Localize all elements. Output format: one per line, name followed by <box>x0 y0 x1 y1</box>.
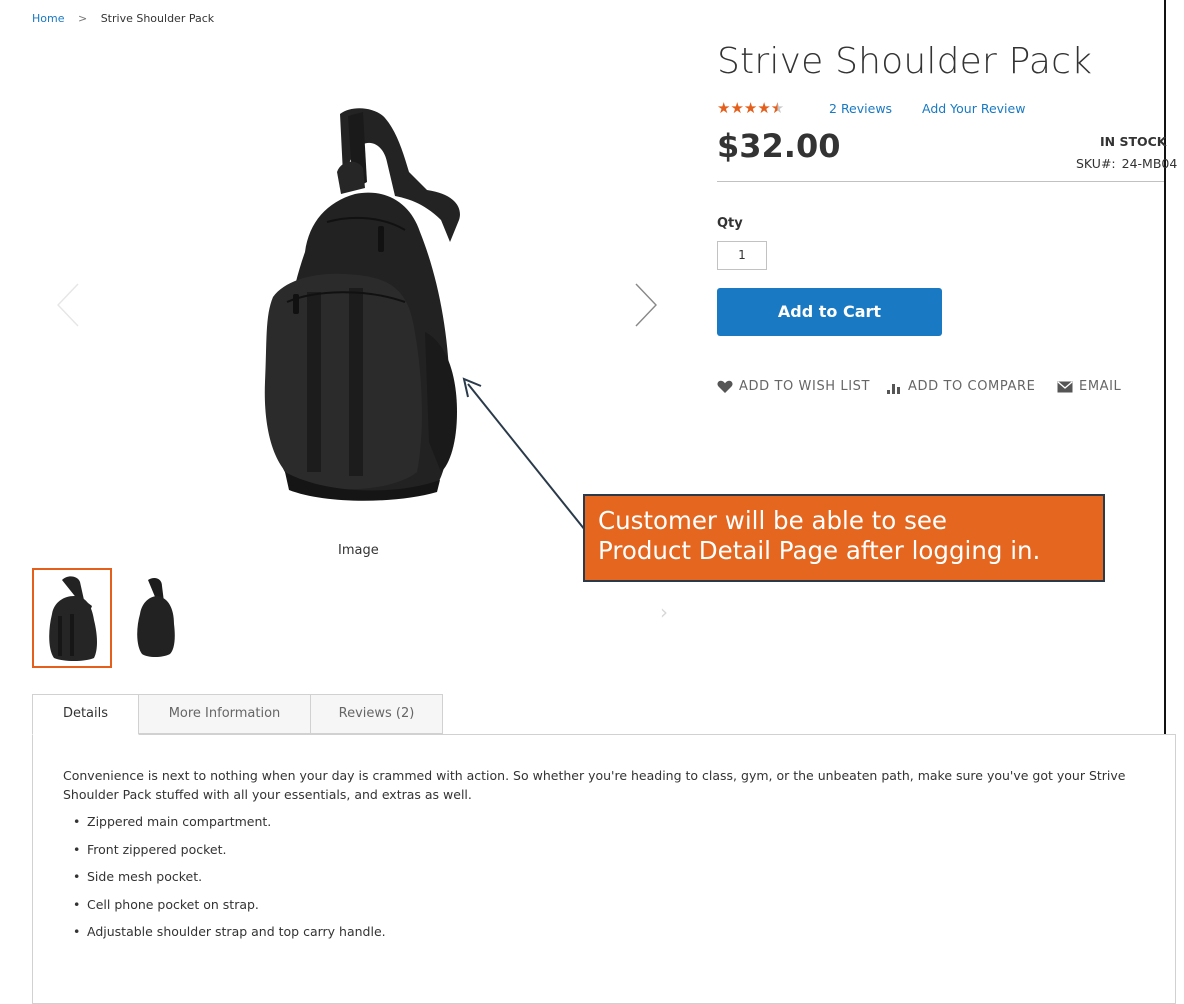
chevron-right-icon <box>635 283 657 327</box>
chevron-left-icon <box>57 283 79 327</box>
compare-label: ADD TO COMPARE <box>908 379 1036 394</box>
list-item: Adjustable shoulder strap and top carry … <box>63 922 386 950</box>
email-link[interactable]: EMAIL <box>1057 379 1121 394</box>
sku-value: 24-MB04 <box>1121 156 1178 171</box>
list-item: Front zippered pocket. <box>63 840 386 868</box>
email-label: EMAIL <box>1079 379 1122 394</box>
backpack-side-thumbnail-image <box>137 578 175 657</box>
breadcrumb-current: Strive Shoulder Pack <box>100 12 215 25</box>
add-to-cart-button[interactable]: Add to Cart <box>717 288 942 336</box>
qty-input[interactable]: 1 <box>717 241 767 270</box>
heart-icon <box>717 380 733 393</box>
rating-half-star: ★ <box>770 99 785 117</box>
qty-label: Qty <box>717 216 743 231</box>
list-item: Cell phone pocket on strap. <box>63 895 386 923</box>
reviews-word: Reviews <box>840 101 893 116</box>
rating-stars: ★★★★★ <box>717 99 784 117</box>
add-to-wish-list-link[interactable]: ADD TO WISH LIST <box>717 379 870 394</box>
tab-reviews[interactable]: Reviews (2) <box>310 694 443 734</box>
list-item: Zippered main compartment. <box>63 812 386 840</box>
breadcrumb: Home > Strive Shoulder Pack <box>32 12 214 25</box>
add-review-link[interactable]: Add Your Review <box>922 101 1025 116</box>
rating-full-stars: ★★★★ <box>717 99 771 117</box>
bar-chart-icon <box>887 383 900 394</box>
breadcrumb-home-link[interactable]: Home <box>32 12 64 25</box>
gallery-next-arrow[interactable] <box>632 280 662 334</box>
product-price: $32.00 <box>717 127 841 165</box>
callout-line-2: Product Detail Page after logging in. <box>598 536 1041 565</box>
sku: SKU#: 24-MB04 <box>1076 156 1177 171</box>
backpack-image <box>264 108 460 501</box>
callout-line-1: Customer will be able to see <box>598 506 947 535</box>
backpack-thumbnail-image <box>49 576 97 661</box>
thumbnail-next-arrow[interactable]: › <box>660 600 668 624</box>
product-main-image[interactable] <box>245 102 471 502</box>
image-caption: Image <box>338 543 379 558</box>
sku-label: SKU#: <box>1076 156 1116 171</box>
wish-list-label: ADD TO WISH LIST <box>739 379 871 394</box>
product-title: Strive Shoulder Pack <box>717 41 1093 82</box>
feature-list: Zippered main compartment. Front zippere… <box>63 812 386 950</box>
envelope-icon <box>1057 380 1073 392</box>
reviews-count: 2 <box>829 101 837 116</box>
list-item: Side mesh pocket. <box>63 867 386 895</box>
reviews-link[interactable]: 2 Reviews <box>829 101 892 116</box>
gallery-thumbnail-1[interactable] <box>32 568 112 668</box>
breadcrumb-separator: > <box>77 12 88 25</box>
gallery-prev-arrow[interactable] <box>54 280 84 334</box>
tab-more-information[interactable]: More Information <box>138 694 311 734</box>
gallery-thumbnail-2[interactable] <box>118 568 198 668</box>
callout-note: Customer will be able to see Product Det… <box>583 494 1105 582</box>
product-description: Convenience is next to nothing when your… <box>63 768 1126 802</box>
stock-status: IN STOCK <box>1100 134 1167 149</box>
add-to-compare-link[interactable]: ADD TO COMPARE <box>886 379 1035 394</box>
price-divider <box>717 181 1164 182</box>
tab-details[interactable]: Details <box>32 694 139 735</box>
